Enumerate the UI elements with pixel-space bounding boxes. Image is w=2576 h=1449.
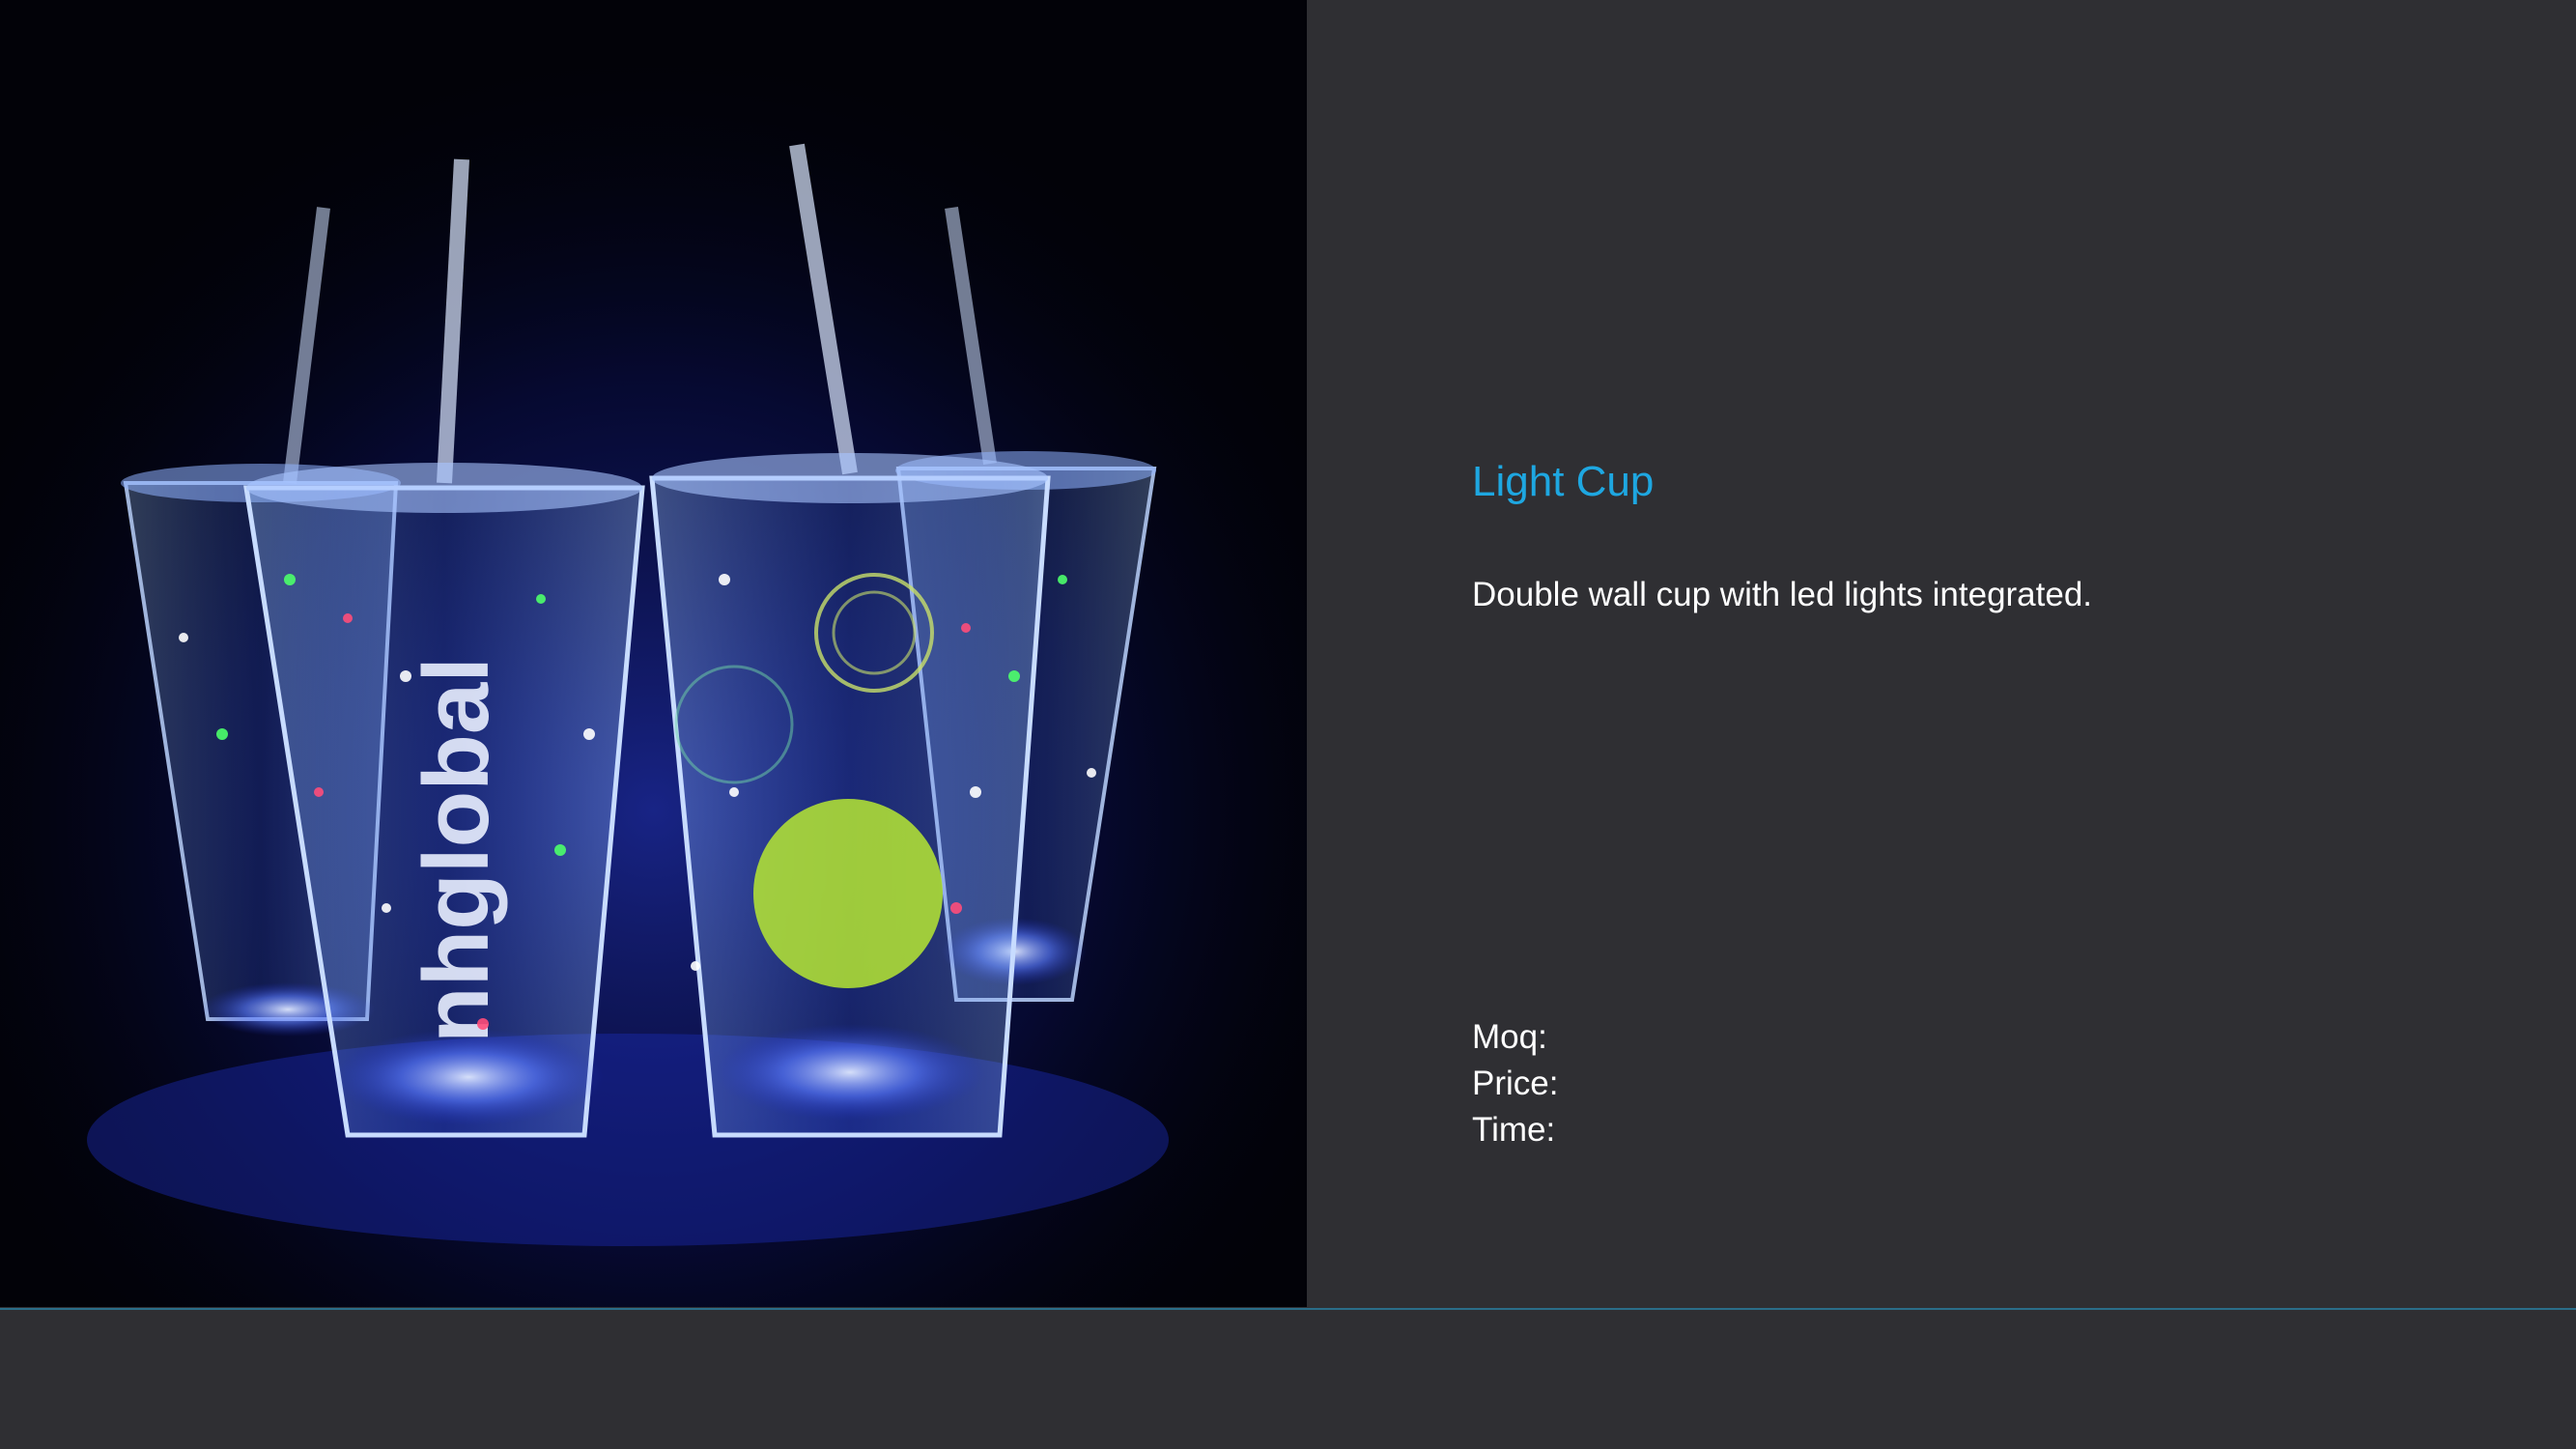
product-description: Double wall cup with led lights integrat… — [1472, 576, 2093, 613]
product-photo-illustration: nhglobal — [0, 0, 1307, 1307]
spec-moq-label: Moq: — [1472, 1018, 1547, 1056]
product-photo: nhglobal — [0, 0, 1307, 1307]
footer-bar — [0, 1310, 2576, 1449]
spec-time-label: Time: — [1472, 1111, 1556, 1149]
spec-price-label: Price: — [1472, 1065, 1559, 1102]
product-info-panel: Light Cup Double wall cup with led light… — [1307, 0, 2576, 1307]
product-specs: Moq: Price: Time: — [1472, 1014, 1558, 1153]
product-title: Light Cup — [1472, 458, 1655, 505]
brand-logo: nhglobal — [405, 657, 508, 1043]
